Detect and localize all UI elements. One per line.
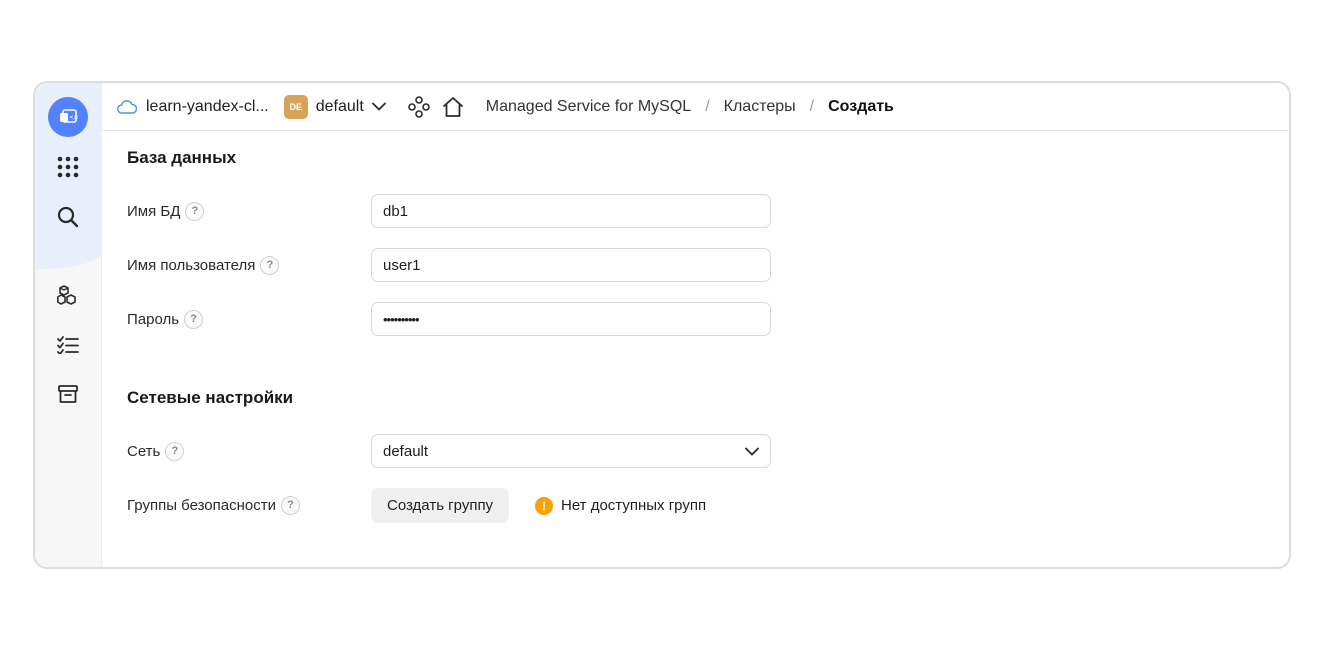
help-icon[interactable]: ? [260,255,280,275]
resources-cubes-icon [57,285,76,305]
folder-name: default [315,97,364,115]
home-button[interactable] [442,96,464,118]
home-icon [442,96,463,117]
section-title-network: Сетевые настройки [127,388,294,407]
network-label: Сеть ? [127,434,185,468]
cloud-selector[interactable]: learn-yandex-cl... [102,98,269,116]
search-icon [57,206,79,228]
warning-text: Нет доступных групп [561,497,707,514]
services-button[interactable] [407,95,430,118]
network-select-value: default [383,442,429,460]
password-label-text: Пароль [127,310,180,328]
form-content: База данных Имя БД ? db1 Имя пользовател… [127,131,1289,567]
checklist-icon [57,336,79,354]
warning-icon: ! [535,496,553,515]
password-value: •••••••••• [383,311,420,327]
help-icon[interactable]: ? [165,441,185,461]
password-label: Пароль ? [127,302,204,336]
db-name-value: db1 [383,202,409,220]
db-name-input[interactable]: db1 [371,194,771,228]
breadcrumb-clusters[interactable]: Кластеры [724,98,796,116]
console-icon: </> [48,97,88,137]
db-name-label: Имя БД ? [127,194,205,228]
help-icon[interactable]: ? [184,309,204,329]
app-window: </> [33,81,1291,569]
top-bar: learn-yandex-cl... DE default Managed Se… [102,83,1289,131]
resources-button[interactable] [48,275,88,315]
svg-text:</>: </> [70,114,79,121]
archive-button[interactable] [48,374,88,414]
network-select[interactable]: default [371,434,771,468]
user-name-value: user1 [383,256,421,274]
folder-selector[interactable]: DE default [269,94,386,119]
user-name-label: Имя пользователя ? [127,248,280,282]
cloud-name: learn-yandex-cl... [146,97,269,115]
breadcrumb-service[interactable]: Managed Service for MySQL [486,98,691,116]
breadcrumb: Managed Service for MySQL / Кластеры / С… [486,98,894,116]
section-title-database: База данных [127,148,237,167]
help-icon[interactable]: ? [280,495,300,515]
db-name-label-text: Имя БД [127,202,181,220]
console-button[interactable]: </> [48,97,88,137]
apps-grid-button[interactable] [48,147,88,187]
checklist-button[interactable] [48,325,88,365]
services-graph-icon [407,95,430,118]
user-name-input[interactable]: user1 [371,248,771,282]
breadcrumb-current: Создать [828,97,894,115]
create-group-button[interactable]: Создать группу [371,488,510,523]
security-groups-label: Группы безопасности ? [127,488,300,522]
apps-grid-icon [57,156,79,178]
help-icon[interactable]: ? [185,201,205,221]
security-groups-label-text: Группы безопасности [127,496,276,514]
cloud-icon [117,99,137,114]
breadcrumb-separator: / [705,97,710,115]
folder-badge: DE [283,94,308,119]
password-input[interactable]: •••••••••• [371,302,771,336]
user-name-label-text: Имя пользователя [127,256,256,274]
chevron-down-icon [371,102,386,111]
network-label-text: Сеть [127,442,161,460]
breadcrumb-separator: / [809,97,815,115]
search-button[interactable] [48,197,88,237]
archive-icon [58,385,78,403]
sidebar: </> [35,83,102,567]
no-groups-warning: ! Нет доступных групп [535,488,706,523]
chevron-down-icon [745,447,759,456]
